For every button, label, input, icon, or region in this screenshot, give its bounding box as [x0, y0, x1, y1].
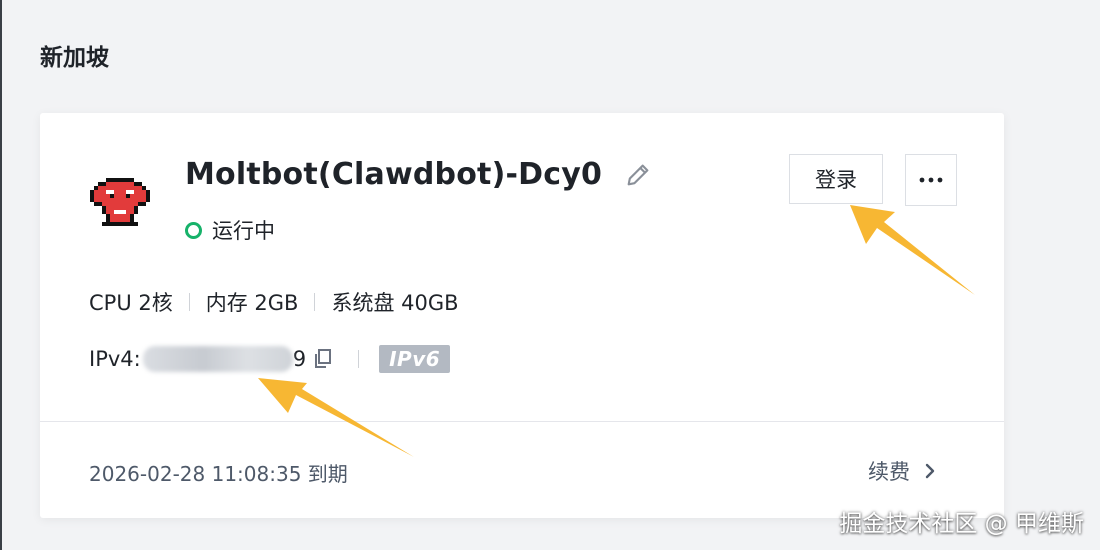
card-divider — [40, 421, 1004, 422]
watermark: 掘金技术社区 @ 甲维斯 — [839, 511, 1084, 537]
chevron-right-icon — [925, 463, 935, 479]
spec-memory: 内存 2GB — [205, 291, 299, 315]
more-horizontal-icon — [919, 177, 943, 183]
renew-link[interactable]: 续费 — [868, 456, 936, 486]
ipv4-address-blurred — [142, 346, 293, 372]
divider — [314, 293, 316, 311]
server-name: Moltbot(Clawdbot)-Dcy0 — [185, 157, 603, 192]
divider — [188, 293, 190, 311]
spec-row: CPU 2核 内存 2GB 系统盘 40GB — [89, 287, 459, 317]
status-text: 运行中 — [212, 219, 275, 243]
renew-label: 续费 — [868, 460, 910, 484]
status-row: 运行中 — [185, 215, 275, 245]
ipv4-tail: 9 — [292, 347, 307, 371]
server-name-row: Moltbot(Clawdbot)-Dcy0 — [185, 157, 652, 192]
window-left-edge — [0, 0, 2, 550]
login-button[interactable]: 登录 — [789, 154, 883, 204]
pencil-edit-icon[interactable] — [624, 161, 652, 189]
ip-row: IPv4: 9 IPv6 — [89, 345, 451, 373]
ipv6-badge: IPv6 — [379, 345, 451, 373]
spec-cpu: CPU 2核 — [89, 291, 173, 315]
red-pixel-robot-icon — [90, 178, 150, 226]
ipv4-label: IPv4: — [89, 347, 141, 371]
server-card: Moltbot(Clawdbot)-Dcy0 运行中 登录 CPU 2核 内存 … — [40, 113, 1004, 518]
spec-disk: 系统盘 40GB — [331, 291, 459, 315]
copy-icon[interactable] — [312, 348, 332, 370]
divider — [358, 350, 360, 368]
status-indicator — [185, 221, 202, 239]
more-button[interactable] — [905, 154, 957, 206]
expire-date: 2026-02-28 11:08:35 到期 — [89, 462, 348, 486]
region-title: 新加坡 — [40, 45, 109, 71]
